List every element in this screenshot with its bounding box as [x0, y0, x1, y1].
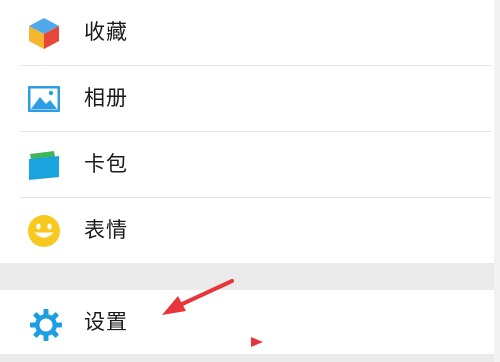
menu-item-label: 相册 [84, 86, 128, 110]
menu-item-label: 收藏 [84, 20, 128, 44]
favorites-cube-icon [29, 18, 59, 49]
me-tab-menu-screen: 收藏 相册 卡包 表情 设置 [0, 0, 500, 362]
scroll-edge [494, 0, 500, 362]
menu-item-card-wallet[interactable]: 卡包 [0, 132, 500, 197]
card-wallet-icon [29, 151, 59, 180]
album-picture-icon [28, 86, 60, 112]
section-gap [0, 263, 500, 290]
menu-item-favorites[interactable]: 收藏 [0, 0, 500, 65]
menu-item-album[interactable]: 相册 [0, 66, 500, 131]
menu-item-label: 卡包 [84, 152, 128, 176]
menu-item-stickers[interactable]: 表情 [0, 198, 500, 263]
settings-gear-icon [30, 309, 62, 341]
menu-item-settings[interactable]: 设置 [0, 290, 500, 354]
menu-item-label: 设置 [84, 310, 128, 334]
menu-item-label: 表情 [84, 218, 128, 242]
bottom-strip [0, 354, 500, 362]
smiley-face-icon [28, 215, 60, 247]
